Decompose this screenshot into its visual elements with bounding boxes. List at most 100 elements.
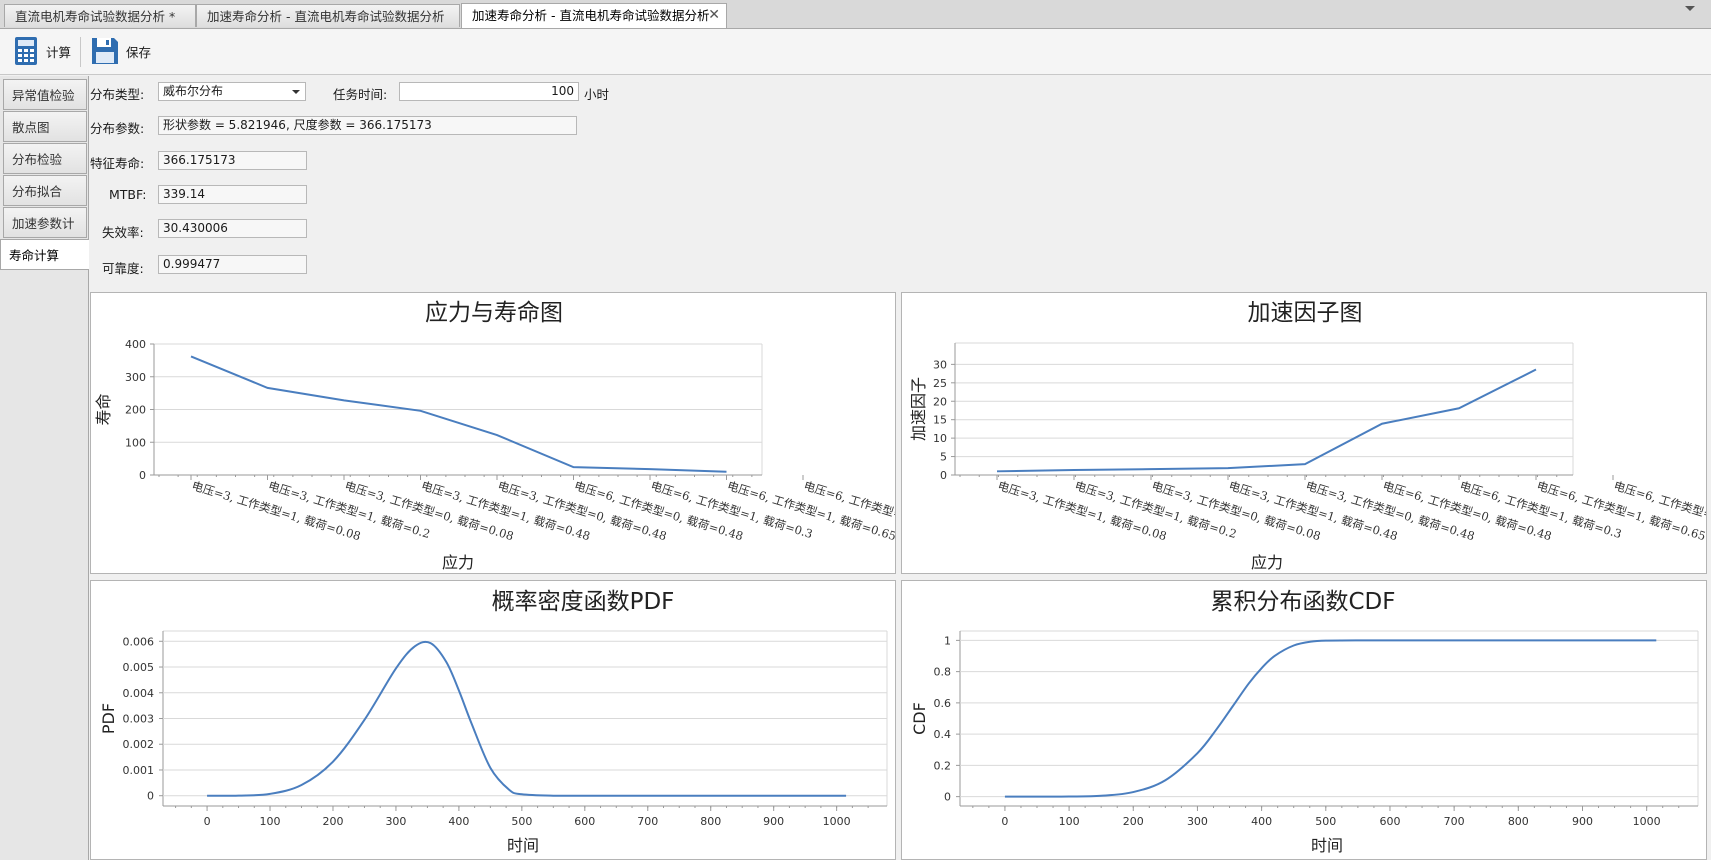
tab-life-calculation[interactable]: 寿命计算 <box>0 239 89 270</box>
save-label: 保存 <box>126 44 152 60</box>
y-tick-label: 0.003 <box>123 713 155 726</box>
char-life-field[interactable]: 366.175173 <box>158 151 307 170</box>
tab-label: 直流电机寿命试验数据分析 * <box>15 9 176 24</box>
x-axis-title: 应力 <box>1251 553 1283 572</box>
params-field[interactable]: 形状参数 = 5.821946, 尺度参数 = 366.175173 <box>158 116 577 135</box>
tab-distribution-fit[interactable]: 分布拟合 <box>3 175 87 206</box>
y-tick-label: 0.005 <box>123 661 155 674</box>
y-tick-label: 15 <box>933 414 947 427</box>
reliability-field[interactable]: 0.999477 <box>158 255 307 274</box>
tab-accelerated-life-active[interactable]: 加速寿命分析 - 直流电机寿命试验数据分析 ✕ <box>461 3 727 28</box>
y-tick-label: 1 <box>944 634 951 647</box>
side-tab-label: 异常值检验 <box>12 88 75 103</box>
char-life-label: 特征寿命: <box>90 156 145 171</box>
pdf-chart-panel: 概率密度函数PDF 0 0.001 0.002 0.003 0.004 0.005 0.006… <box>90 580 896 860</box>
y-axis-title: 寿命 <box>94 393 113 425</box>
x-tick-label: 100 <box>1059 815 1080 828</box>
x-tick-label: 0 <box>204 815 211 828</box>
mtbf-label: MTBF: <box>109 187 147 202</box>
x-tick-label: 1000 <box>1633 815 1661 828</box>
save-icon <box>92 38 118 64</box>
cdf-chart-panel: 累积分布函数CDF 0 0.2 0.4 0.6 0.8 1 0 100 200 300 400 500 6… <box>901 580 1707 860</box>
failure-rate-field[interactable]: 30.430006 <box>158 219 307 238</box>
y-tick-label: 100 <box>125 436 146 449</box>
y-tick-label: 0.8 <box>934 666 952 679</box>
reliability-label: 可靠度: <box>102 261 144 276</box>
x-tick-label: 300 <box>385 815 406 828</box>
tab-scatter-plot[interactable]: 散点图 <box>3 111 87 142</box>
y-tick-label: 0 <box>940 469 947 482</box>
y-tick-label: 0 <box>139 469 146 482</box>
pdf-chart: 概率密度函数PDF 0 0.001 0.002 0.003 0.004 0.005 0.006… <box>99 589 888 855</box>
save-button[interactable]: 保存 <box>86 33 155 69</box>
y-tick-label: 400 <box>125 338 146 351</box>
failure-rate-value: 30.430006 <box>163 221 228 235</box>
tab-acceleration-params[interactable]: 加速参数计算 <box>3 207 87 262</box>
tab-outlier-check[interactable]: 异常值检验 <box>3 79 87 110</box>
x-tick-label: 0 <box>1001 815 1008 828</box>
y-tick-label: 0.4 <box>934 728 952 741</box>
y-tick-label: 25 <box>933 377 947 390</box>
x-tick-label: 700 <box>1444 815 1465 828</box>
acceleration-factor-chart: 加速因子图051015202530电压=3, 工作类型=1, 载荷=0.08电压… <box>909 300 1706 572</box>
chart-title: 概率密度函数PDF <box>492 589 675 615</box>
mission-time-unit: 小时 <box>584 87 610 102</box>
close-icon[interactable]: ✕ <box>708 4 720 27</box>
y-tick-label: 0 <box>147 790 154 803</box>
params-value: 形状参数 = 5.821946, 尺度参数 = 366.175173 <box>163 118 432 132</box>
y-tick-label: 0.2 <box>934 759 952 772</box>
tab-accelerated-life-1[interactable]: 加速寿命分析 - 直流电机寿命试验数据分析 <box>196 4 460 27</box>
x-tick-label: 600 <box>1379 815 1400 828</box>
x-tick-label: 400 <box>1251 815 1272 828</box>
toolbar: 计算 保存 <box>0 29 1711 75</box>
dist-type-value: 威布尔分布 <box>163 84 224 98</box>
document-tab-strip: 直流电机寿命试验数据分析 * 加速寿命分析 - 直流电机寿命试验数据分析 加速寿… <box>0 0 1711 29</box>
mission-time-input[interactable]: 100 <box>399 82 579 101</box>
y-axis-title: 加速因子 <box>909 377 928 441</box>
chart-title: 应力与寿命图 <box>425 300 563 326</box>
y-axis-title: CDF <box>910 702 929 735</box>
side-tab-label: 分布拟合 <box>12 184 63 199</box>
y-tick-label: 20 <box>933 395 947 408</box>
x-axis-title: 应力 <box>442 553 474 572</box>
tab-life-test-analysis[interactable]: 直流电机寿命试验数据分析 * <box>4 4 196 27</box>
tab-distribution-test[interactable]: 分布检验 <box>3 143 87 174</box>
series-line <box>996 368 1537 473</box>
char-life-value: 366.175173 <box>163 153 236 167</box>
x-tick-label: 700 <box>637 815 658 828</box>
y-tick-label: 10 <box>933 432 947 445</box>
x-tick-label: 600 <box>574 815 595 828</box>
toolbar-separator <box>80 37 81 67</box>
failure-rate-label: 失效率: <box>102 225 144 240</box>
x-tick-label: 500 <box>1315 815 1336 828</box>
y-tick-label: 30 <box>933 358 947 371</box>
chevron-down-icon <box>292 90 300 94</box>
series-line <box>190 355 727 473</box>
y-tick-label: 0.006 <box>123 635 155 648</box>
x-tick-label: 400 <box>448 815 469 828</box>
x-tick-label: 900 <box>763 815 784 828</box>
mission-time-label: 任务时间: <box>333 87 388 102</box>
x-axis-title: 时间 <box>1311 836 1343 855</box>
mtbf-field[interactable]: 339.14 <box>158 185 307 204</box>
side-tab-label: 寿命计算 <box>9 248 60 263</box>
x-tick-label: 300 <box>1187 815 1208 828</box>
calculator-icon <box>15 37 37 65</box>
x-tick-label: 100 <box>260 815 281 828</box>
chevron-down-icon[interactable] <box>1685 6 1695 11</box>
tab-label: 加速寿命分析 - 直流电机寿命试验数据分析 <box>472 8 710 23</box>
calculate-button[interactable]: 计算 <box>8 33 75 69</box>
x-tick-label: 800 <box>1508 815 1529 828</box>
y-tick-label: 0 <box>944 791 951 804</box>
y-tick-label: 0.6 <box>934 697 952 710</box>
stress-life-chart: 应力与寿命图0100200300400电压=3, 工作类型=1, 载荷=0.08… <box>94 300 895 572</box>
x-tick-label: 800 <box>700 815 721 828</box>
x-tick-label: 200 <box>322 815 343 828</box>
side-tab-bar: 异常值检验 散点图 分布检验 分布拟合 加速参数计算 寿命计算 <box>0 76 89 860</box>
x-tick-label: 500 <box>511 815 532 828</box>
side-tab-label: 散点图 <box>12 120 50 135</box>
y-tick-label: 0.004 <box>123 687 155 700</box>
acceleration-factor-chart-panel: 加速因子图 0 5 10 15 20 25 30 电压=3, 工作类型=1, 载荷=0.08 电压… <box>901 292 1707 574</box>
chart-title: 累积分布函数CDF <box>1211 589 1396 615</box>
dist-type-dropdown[interactable]: 威布尔分布 <box>158 82 306 101</box>
